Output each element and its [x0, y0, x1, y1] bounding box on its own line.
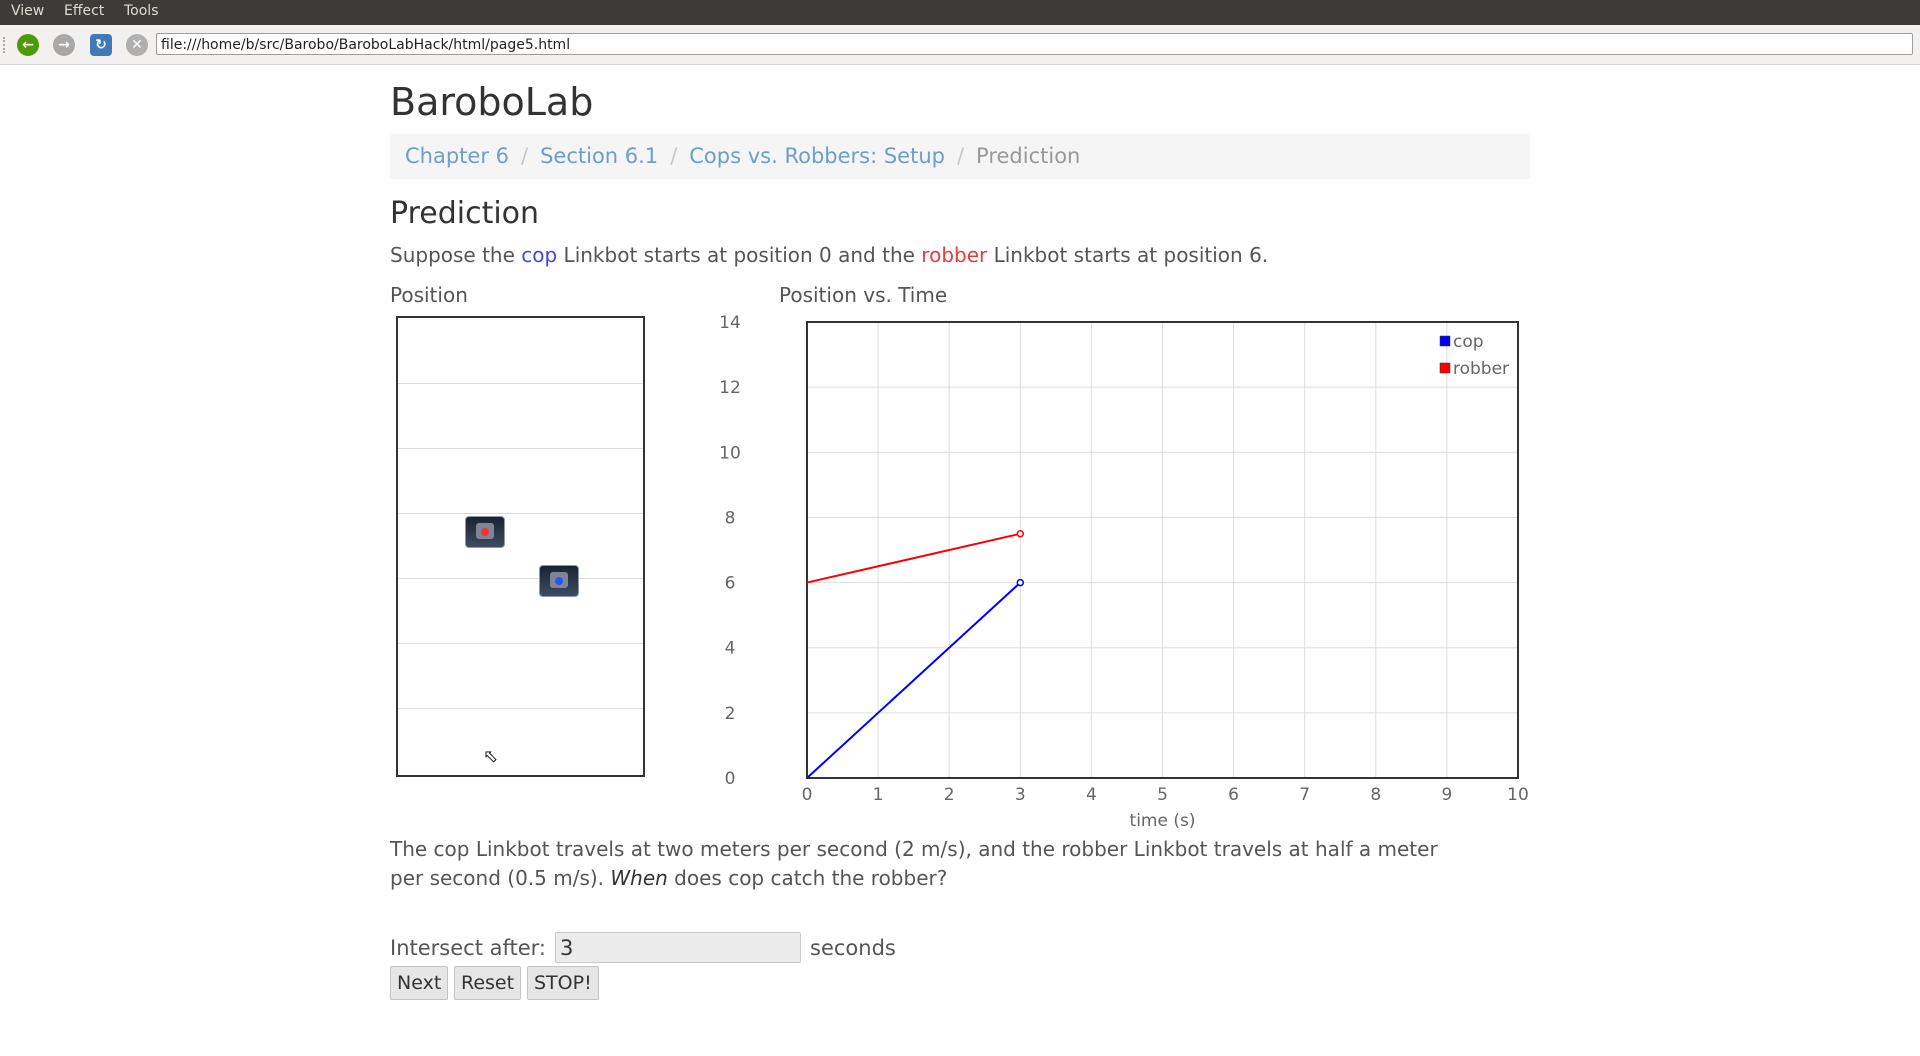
intersect-input[interactable] — [555, 932, 801, 963]
track-gridline — [398, 578, 643, 579]
y-tick-label: 12 — [719, 378, 741, 398]
browser-toolbar: ← → ↻ ✕ file:///home/b/src/Barobo/Barobo… — [0, 25, 1920, 65]
position-time-chart: 024681012140 1 2 3 4 5 6 7 8 9 10time (s)coprobber — [719, 313, 1529, 831]
x-tick-label: 7 — [1299, 785, 1310, 805]
url-input[interactable]: file:///home/b/src/Barobo/BaroboLabHack/… — [156, 33, 1913, 55]
legend-label-cop: cop — [1453, 332, 1484, 352]
breadcrumb-separator: / — [521, 144, 529, 168]
section-heading: Prediction — [390, 196, 540, 231]
breadcrumb-chapter[interactable]: Chapter 6 — [405, 144, 509, 168]
series-line-robber — [806, 532, 1021, 584]
position-label: Position — [390, 283, 468, 307]
track-gridline — [398, 448, 643, 449]
mouse-cursor-icon: ⬁ — [483, 746, 499, 767]
series-point-robber — [1016, 529, 1025, 538]
stop-load-icon[interactable]: ✕ — [126, 34, 148, 56]
question-line-2: per second (0.5 m/s). When does cop catc… — [390, 864, 947, 893]
y-tick-label: 6 — [725, 574, 736, 594]
intro-robber: robber — [921, 243, 988, 267]
y-tick-label: 0 — [725, 769, 736, 789]
y-tick-label: 10 — [719, 443, 741, 463]
seconds-label: seconds — [810, 936, 896, 960]
x-tick-label: 2 — [944, 785, 955, 805]
intro-part1: Suppose the — [390, 243, 522, 267]
breadcrumb-setup[interactable]: Cops vs. Robbers: Setup — [689, 144, 945, 168]
y-tick-label: 2 — [725, 704, 736, 724]
breadcrumb-section[interactable]: Section 6.1 — [540, 144, 658, 168]
page-title: BaroboLab — [390, 80, 594, 124]
position-track — [396, 316, 645, 777]
x-tick-label: 8 — [1370, 785, 1381, 805]
x-axis-label: time (s) — [1130, 811, 1196, 831]
series-line-cop — [806, 581, 1021, 779]
breadcrumb-separator: / — [956, 144, 965, 168]
robber-robot-icon — [465, 516, 505, 548]
breadcrumb-current: Prediction — [976, 144, 1081, 168]
x-tick-label: 4 — [1086, 785, 1097, 805]
menu-effect[interactable]: Effect — [64, 3, 104, 19]
question-pre: per second (0.5 m/s). — [390, 866, 611, 890]
question-post: does cop catch the robber? — [667, 866, 948, 890]
intro-text: Suppose the cop Linkbot starts at positi… — [390, 241, 1268, 270]
track-gridline — [398, 383, 643, 384]
back-icon[interactable]: ← — [17, 34, 39, 56]
intersect-label: Intersect after: — [390, 936, 546, 960]
x-tick-label: 0 — [802, 785, 813, 805]
menu-tools[interactable]: Tools — [124, 3, 159, 19]
intro-cop: cop — [521, 243, 558, 267]
x-tick-label: 1 — [873, 785, 884, 805]
question-line-1: The cop Linkbot travels at two meters pe… — [390, 837, 1438, 861]
legend-label-robber: robber — [1453, 359, 1509, 379]
question-when: When — [610, 866, 668, 890]
menu-view[interactable]: View — [11, 3, 44, 19]
x-tick-label: 3 — [1015, 785, 1026, 805]
next-button[interactable]: Next — [390, 966, 449, 1000]
x-tick-label: 9 — [1441, 785, 1452, 805]
x-tick-label: 5 — [1157, 785, 1168, 805]
track-gridline — [398, 643, 643, 644]
breadcrumb-separator: / — [670, 144, 678, 168]
y-tick-label: 14 — [719, 313, 741, 333]
legend-swatch-robber — [1439, 362, 1451, 374]
breadcrumb: Chapter 6 / Section 6.1 / Cops vs. Robbers: … — [390, 134, 1530, 179]
stop-button[interactable]: STOP! — [527, 966, 599, 1000]
track-gridline — [398, 708, 643, 709]
intro-part2: Linkbot starts at position 0 and the — [557, 243, 922, 267]
y-tick-label: 4 — [725, 639, 736, 659]
legend-swatch-cop — [1439, 335, 1451, 347]
y-tick-label: 8 — [725, 508, 736, 528]
reload-icon[interactable]: ↻ — [90, 34, 112, 56]
menu-bar: View Effect Tools — [0, 0, 1920, 25]
track-gridline — [398, 513, 643, 514]
forward-icon[interactable]: → — [53, 34, 75, 56]
x-tick-label: 6 — [1228, 785, 1239, 805]
reset-button[interactable]: Reset — [454, 966, 522, 1000]
series-point-cop — [1016, 578, 1025, 587]
cop-robot-icon — [539, 565, 579, 597]
intro-part3: Linkbot starts at position 6. — [987, 243, 1269, 267]
x-tick-label: 10 — [1507, 785, 1529, 805]
toolbar-grip-icon — [3, 37, 8, 53]
